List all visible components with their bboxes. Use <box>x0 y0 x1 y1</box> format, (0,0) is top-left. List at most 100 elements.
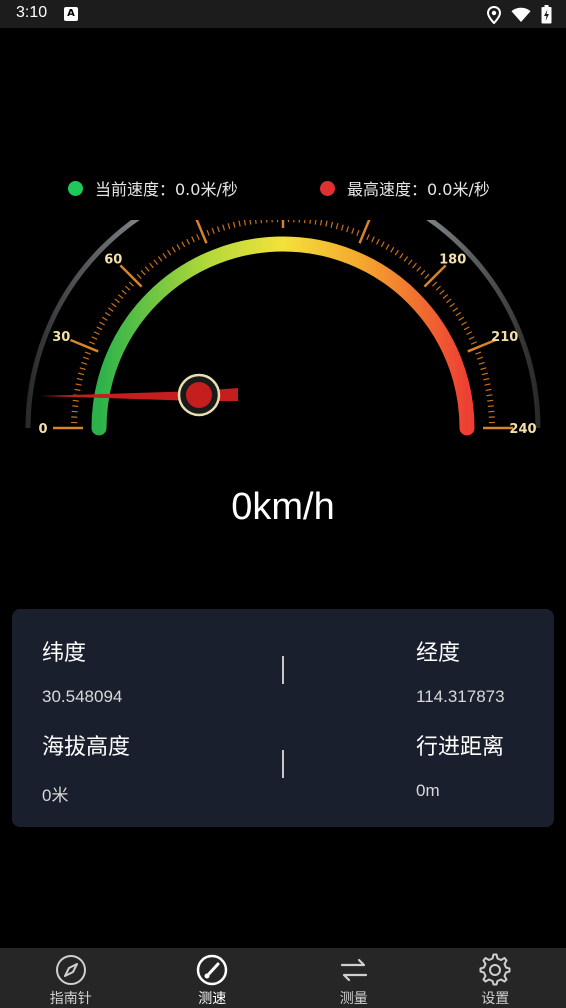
gauge-minor-tick <box>157 256 163 262</box>
gauge-minor-tick <box>309 220 311 224</box>
gauge-minor-tick <box>439 289 445 295</box>
gauge-minor-tick <box>487 405 494 408</box>
gauge-minor-tick <box>104 312 111 317</box>
status-time: 3:10 <box>16 4 48 21</box>
gauge-minor-tick <box>114 298 120 304</box>
gauge-minor-tick <box>466 331 473 336</box>
gauge-minor-tick <box>351 227 355 235</box>
current-speed-text: 当前速度：0.0米/秒 <box>95 180 238 199</box>
gauge-minor-tick <box>484 383 491 386</box>
gauge-minor-tick <box>91 336 98 340</box>
compass-icon <box>55 955 86 985</box>
measure-arrows-icon <box>340 958 367 982</box>
max-speed-dot <box>320 180 335 196</box>
gauge-minor-tick <box>82 356 90 360</box>
max-speed-text: 最高速度：0.0米/秒 <box>347 180 490 199</box>
notification-icon: A <box>64 7 78 21</box>
gauge-minor-tick <box>249 220 252 225</box>
gauge-minor-tick <box>442 294 449 299</box>
gear-icon <box>479 953 511 986</box>
gauge-minor-tick <box>416 266 422 272</box>
current-speed-dot <box>68 180 83 196</box>
gauge-minor-tick <box>186 238 191 245</box>
gauge-minor-tick <box>238 220 241 227</box>
gauge-minor-tick <box>478 361 485 365</box>
gauge-minor-tick <box>458 316 465 321</box>
gauge-minor-tick <box>319 220 323 226</box>
gauge-minor-tick <box>476 356 484 360</box>
longitude-value: 114.317873 <box>416 687 505 706</box>
gauge-minor-tick <box>452 307 459 312</box>
gauge-minor-tick <box>136 273 142 279</box>
gauge-tick-label: 60 <box>104 252 122 267</box>
gauge-minor-tick <box>211 227 215 235</box>
info-divider-top <box>282 656 284 684</box>
altitude-value: 0米 <box>42 786 69 805</box>
gauge-minor-tick <box>485 388 492 392</box>
gauge-minor-tick <box>79 367 86 371</box>
gauge-minor-tick <box>216 226 220 233</box>
gauge-minor-tick <box>412 262 417 269</box>
gauge-minor-tick <box>243 220 247 226</box>
gauge-minor-tick <box>486 394 493 397</box>
gauge-major-tick <box>70 338 99 353</box>
gauge-minor-tick <box>93 331 100 336</box>
gauge-tick-label: 0 <box>38 422 47 437</box>
nav-item-measure[interactable]: 测量 <box>283 948 425 1008</box>
gauge-minor-tick <box>121 289 127 295</box>
gauge-minor-tick <box>149 262 154 269</box>
gauge-minor-tick <box>487 399 494 402</box>
gauge-minor-tick <box>74 388 81 392</box>
gauge-minor-tick <box>206 229 210 236</box>
gauge-minor-tick <box>346 226 350 233</box>
gauge-minor-tick <box>232 221 236 228</box>
gauge-minor-tick <box>191 236 195 243</box>
gauge-minor-tick <box>128 281 134 287</box>
gauge-minor-tick <box>403 256 409 262</box>
gauge-minor-tick <box>420 270 426 276</box>
distance-label: 行进距离 <box>416 735 505 760</box>
gauge-tick-label: 240 <box>509 422 536 437</box>
gauge-minor-tick <box>89 341 96 345</box>
legend-max-speed: 最高速度：0.0米/秒 <box>320 176 490 200</box>
gauge-minor-tick <box>463 326 470 331</box>
gauge-minor-tick <box>314 220 317 225</box>
gauge-minor-tick <box>461 321 467 326</box>
gauge-minor-tick <box>399 252 404 259</box>
nav-label-measure: 测量 <box>339 991 368 1007</box>
gauge-minor-tick <box>222 224 226 231</box>
gauge-tick-label: 210 <box>491 330 518 345</box>
latitude-label: 纬度 <box>42 641 87 666</box>
gauge-minor-tick <box>153 259 159 265</box>
gauge-minor-tick <box>475 351 482 355</box>
nav-item-compass[interactable]: 指南针 <box>0 948 142 1008</box>
gauge-color-arc <box>91 236 475 436</box>
gauge-tick-label: 180 <box>439 252 466 267</box>
gauge-minor-tick <box>167 249 172 256</box>
nav-item-settings[interactable]: 设置 <box>425 948 566 1008</box>
gauge-minor-tick <box>356 229 360 236</box>
gauge-minor-tick <box>260 220 263 224</box>
status-bar: 3:10 A <box>0 0 566 28</box>
gauge-minor-tick <box>371 236 375 243</box>
gauge-tick-label: 30 <box>52 330 70 345</box>
gauge-minor-tick <box>181 241 186 248</box>
gauge-needle <box>40 373 238 417</box>
gauge-minor-tick <box>390 246 395 253</box>
gauge-minor-tick <box>335 223 339 230</box>
gauge-minor-tick <box>424 273 430 279</box>
gauge-minor-tick <box>140 270 146 276</box>
wifi-icon <box>511 7 531 22</box>
gauge-major-tick <box>358 220 371 244</box>
nav-label-speed: 测速 <box>198 991 227 1007</box>
gauge-minor-tick <box>468 336 475 340</box>
nav-label-settings: 设置 <box>481 991 510 1007</box>
info-divider-bottom <box>282 750 284 778</box>
speed-legend: 当前速度：0.0米/秒 最高速度：0.0米/秒 <box>0 176 566 200</box>
gauge-minor-tick <box>101 316 108 321</box>
location-icon <box>487 5 501 24</box>
nav-item-speed[interactable]: 测速 <box>142 948 284 1008</box>
gauge-minor-tick <box>171 246 176 253</box>
gauge-minor-tick <box>84 351 91 355</box>
speed-readout: 0km/h <box>231 486 335 528</box>
